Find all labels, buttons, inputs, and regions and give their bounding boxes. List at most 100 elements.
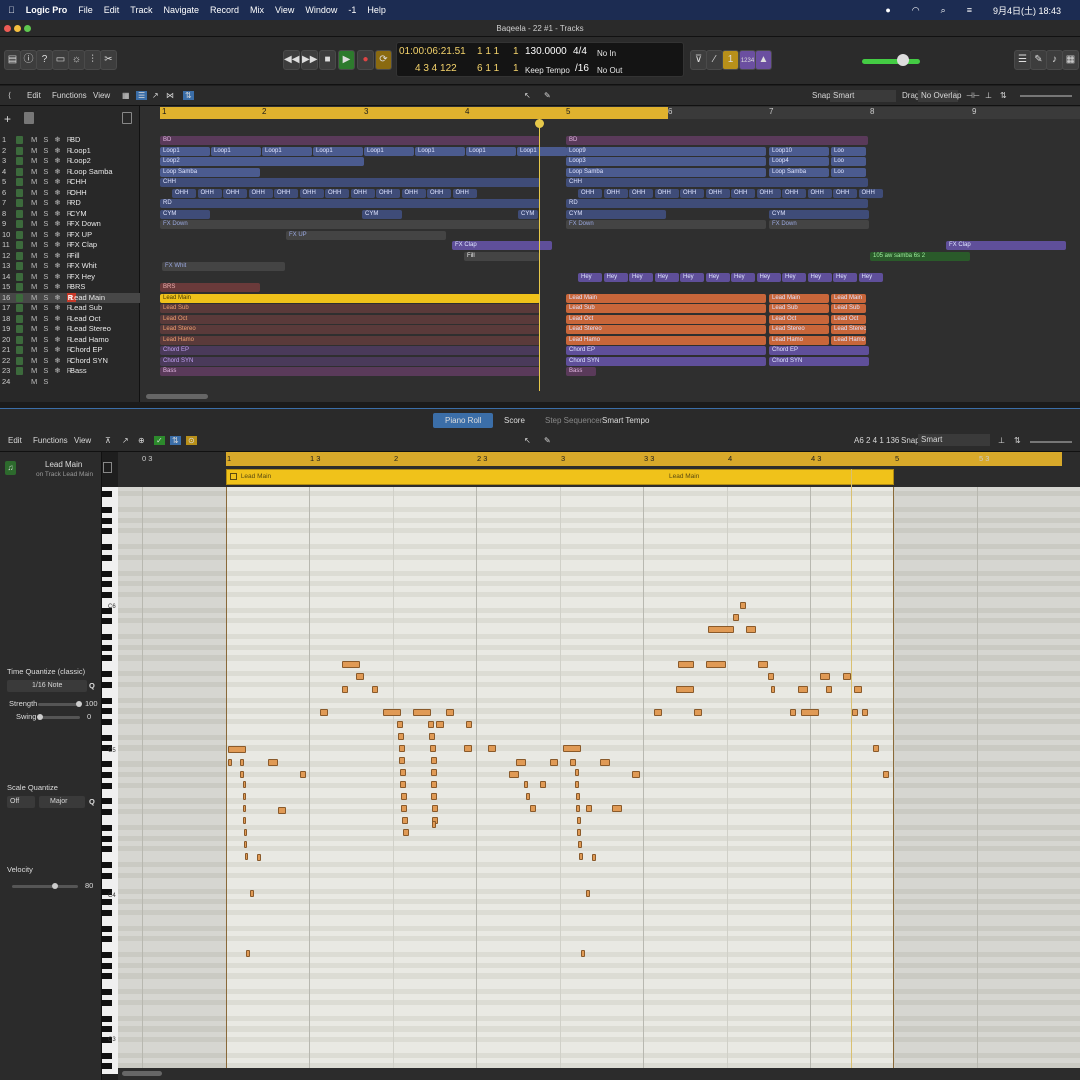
midi-note[interactable]: [873, 745, 879, 752]
midi-note[interactable]: [342, 686, 348, 693]
midi-note[interactable]: [429, 733, 435, 740]
metronome-button[interactable]: ▲: [755, 50, 772, 70]
track-mute-solo-buttons[interactable]: M S ❄ R: [31, 303, 74, 314]
region[interactable]: Loop1: [517, 146, 567, 156]
add-track-button[interactable]: +: [4, 112, 18, 126]
black-key[interactable]: [102, 899, 112, 906]
track-header[interactable]: 8 M S ❄ R CYM: [0, 209, 140, 220]
region[interactable]: Loop1: [415, 146, 465, 156]
track-header[interactable]: 10 M S ❄ R FX UP: [0, 230, 140, 241]
midi-note[interactable]: [446, 709, 454, 716]
waveform-zoom-icon[interactable]: ⊣⊢: [966, 91, 980, 100]
library-button[interactable]: ▤: [4, 50, 21, 70]
midi-note[interactable]: [790, 709, 796, 716]
region[interactable]: BRS: [160, 283, 260, 292]
velocity-slider[interactable]: [12, 885, 78, 888]
region[interactable]: Hey: [782, 272, 806, 282]
track-mute-solo-buttons[interactable]: M S ❄ R: [31, 335, 74, 346]
region[interactable]: Loop1: [364, 146, 414, 156]
region[interactable]: Lead Sub: [160, 304, 540, 313]
midi-note[interactable]: [428, 721, 434, 728]
duplicate-track-button[interactable]: [24, 112, 34, 124]
midi-note[interactable]: [820, 673, 830, 680]
menu-1[interactable]: -1: [348, 5, 356, 15]
black-key[interactable]: [102, 952, 112, 959]
track-header[interactable]: 4 M S ❄ R Loop Samba: [0, 167, 140, 178]
region[interactable]: OHH: [807, 188, 832, 198]
midi-note[interactable]: [550, 759, 558, 766]
track-name[interactable]: RD: [70, 198, 81, 209]
region[interactable]: Lead Stereo: [769, 325, 829, 334]
midi-note[interactable]: [464, 745, 472, 752]
midi-note[interactable]: [577, 817, 581, 824]
midi-note[interactable]: [509, 771, 519, 778]
midi-note[interactable]: [676, 686, 694, 693]
track-mute-solo-buttons[interactable]: M S ❄ R: [31, 198, 74, 209]
list-view-icon[interactable]: ☰: [136, 91, 148, 100]
loop-browser-button[interactable]: ♪: [1046, 50, 1063, 70]
region[interactable]: Bass: [566, 367, 596, 376]
midi-note[interactable]: [244, 841, 247, 848]
region[interactable]: Lead Main: [769, 293, 829, 303]
track-mute-solo-buttons[interactable]: M S ❄ R: [31, 167, 74, 178]
midi-note[interactable]: [268, 759, 278, 766]
midi-note[interactable]: [708, 626, 734, 633]
pr-edit-menu[interactable]: Edit: [8, 436, 22, 445]
black-key[interactable]: [102, 718, 112, 725]
midi-note[interactable]: [383, 709, 401, 716]
region[interactable]: Loop1: [160, 146, 210, 156]
zoom-slider[interactable]: [1020, 95, 1072, 97]
region[interactable]: Loop Samba: [769, 167, 829, 177]
region[interactable]: OHH: [603, 188, 628, 198]
region[interactable]: Lead Hamo: [769, 335, 829, 345]
track-name[interactable]: FX Whit: [70, 261, 97, 272]
track-header[interactable]: 16 M S ❄ R Lead Main: [0, 292, 140, 303]
black-key[interactable]: [102, 517, 112, 524]
pointer-tool-icon[interactable]: ↖: [524, 91, 531, 100]
midi-note[interactable]: [577, 829, 581, 836]
region[interactable]: Hey: [833, 272, 857, 282]
region[interactable]: OHH: [223, 188, 247, 198]
region[interactable]: OHH: [274, 188, 298, 198]
region[interactable]: CYM: [362, 209, 402, 219]
vertical-zoom-icon[interactable]: ⊥: [985, 91, 992, 100]
grid-view-icon[interactable]: ▦: [122, 91, 130, 100]
track-header[interactable]: 9 M S ❄ R FX Down: [0, 219, 140, 230]
midi-note[interactable]: [768, 673, 774, 680]
track-mute-solo-buttons[interactable]: M S ❄ R: [31, 345, 74, 356]
track-header[interactable]: 6 M S ❄ R OHH: [0, 188, 140, 199]
region[interactable]: FX Whit: [162, 262, 285, 271]
black-key[interactable]: [102, 989, 112, 996]
record-button[interactable]: ●: [357, 50, 374, 70]
midi-note[interactable]: [431, 793, 437, 800]
track-header[interactable]: 15 M S ❄ R BRS: [0, 282, 140, 293]
region[interactable]: CYM: [769, 209, 869, 219]
midi-note[interactable]: [758, 661, 768, 668]
midi-note[interactable]: [612, 805, 622, 812]
midi-note[interactable]: [586, 890, 590, 897]
track-name[interactable]: CHH: [70, 177, 86, 188]
black-key[interactable]: [102, 634, 112, 641]
track-mute-solo-buttons[interactable]: M S ❄ R: [31, 146, 74, 157]
midi-note[interactable]: [678, 661, 694, 668]
region[interactable]: OHH: [376, 188, 400, 198]
black-key[interactable]: [102, 644, 112, 651]
track-header[interactable]: 23 M S ❄ R Bass: [0, 366, 140, 377]
track-name[interactable]: BD: [70, 135, 80, 146]
midi-note[interactable]: [862, 709, 868, 716]
region-settings-button[interactable]: [103, 462, 112, 473]
region[interactable]: Loop Samba: [160, 167, 260, 177]
black-key[interactable]: [102, 824, 112, 831]
midi-note[interactable]: [245, 853, 248, 860]
menu-record[interactable]: Record: [210, 5, 239, 15]
track-name[interactable]: Loop1: [70, 146, 91, 157]
midi-in-icon[interactable]: ⊕: [138, 436, 145, 445]
region[interactable]: Lead Oct: [566, 314, 766, 324]
playhead-handle[interactable]: [535, 119, 544, 128]
region-header-lead-main[interactable]: Lead Main Lead Main: [226, 469, 894, 485]
region[interactable]: FX Down: [566, 220, 766, 229]
region[interactable]: Loop9: [566, 146, 766, 156]
midi-note[interactable]: [431, 757, 437, 764]
midi-note[interactable]: [430, 745, 436, 752]
midi-note[interactable]: [432, 821, 436, 828]
